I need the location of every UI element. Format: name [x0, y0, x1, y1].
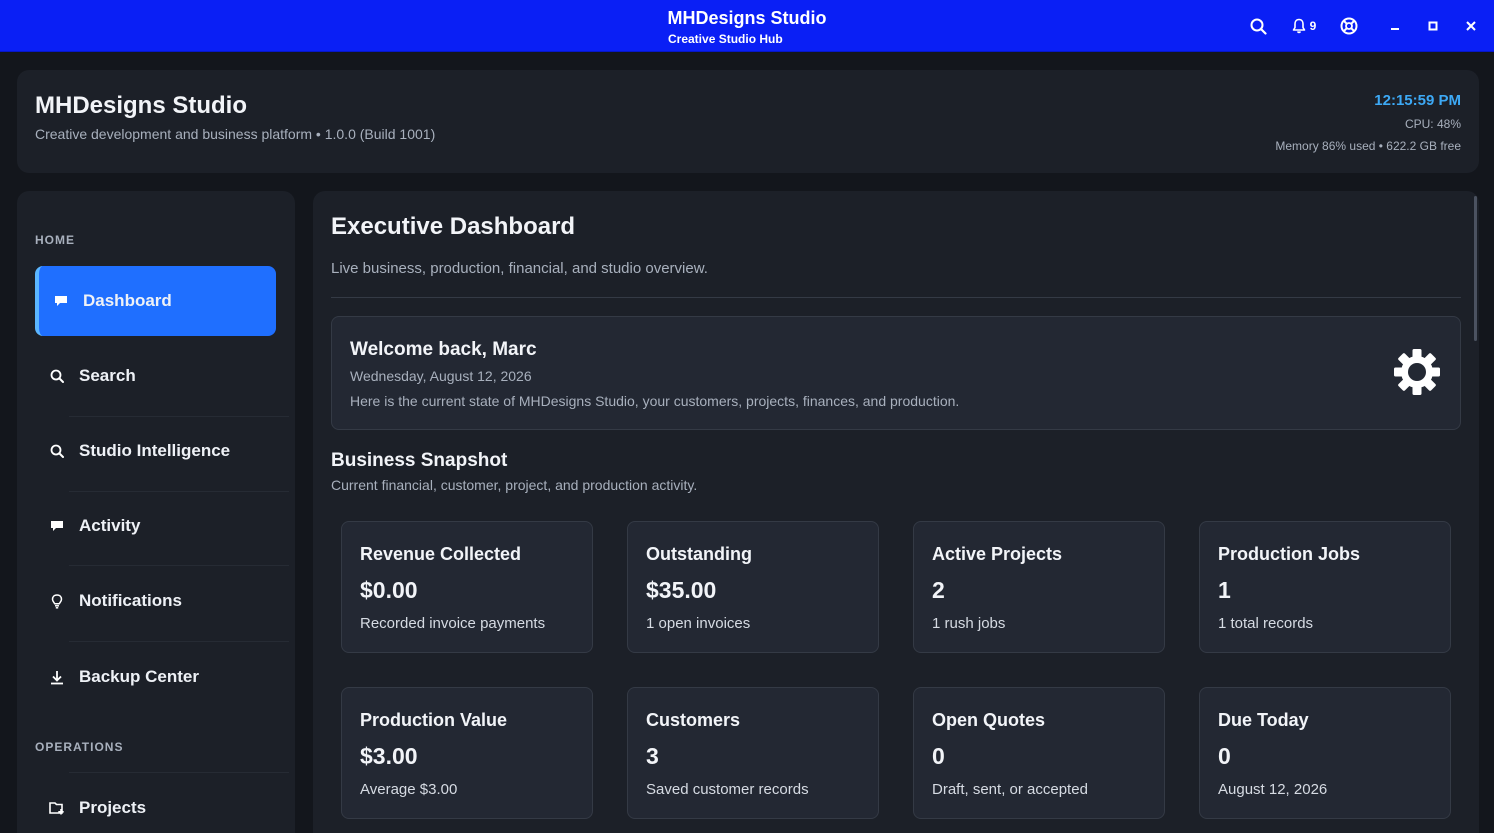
help-icon[interactable] [1339, 16, 1359, 36]
memory-usage: Memory 86% used • 622.2 GB free [1275, 139, 1461, 153]
stat-note: Saved customer records [646, 781, 809, 798]
sidebar-item-label: Notifications [79, 591, 182, 610]
sidebar: HOME Dashboard Search Studio Intelligenc… [17, 191, 295, 833]
window-title: MHDesigns Studio [667, 8, 827, 28]
stat-label: Customers [646, 710, 741, 730]
welcome-card: Welcome back, Marc Wednesday, August 12,… [331, 316, 1461, 430]
page-subtitle: Live business, production, financial, an… [331, 260, 708, 277]
stat-value: $0.00 [360, 577, 418, 603]
gear-icon [1392, 347, 1442, 397]
stat-note: Draft, sent, or accepted [932, 781, 1088, 798]
sidebar-item-projects[interactable]: Projects [35, 773, 276, 833]
sidebar-item-label: Backup Center [79, 667, 199, 686]
stat-note: 1 open invoices [646, 615, 751, 632]
sidebar-item-backup-center[interactable]: Backup Center [35, 642, 276, 712]
bulb-icon [49, 593, 65, 609]
studio-title: MHDesigns Studio [35, 92, 248, 119]
stat-note: August 12, 2026 [1218, 781, 1328, 798]
chat-icon [49, 518, 65, 534]
stat-value: $3.00 [360, 743, 418, 769]
stat-card-revenue-collected[interactable]: Revenue Collected $0.00 Recorded invoice… [341, 521, 593, 653]
sidebar-section-home: HOME [35, 233, 75, 247]
stat-value: 2 [932, 577, 945, 603]
stat-card-open-quotes[interactable]: Open Quotes 0 Draft, sent, or accepted [913, 687, 1165, 819]
stat-label: Outstanding [646, 544, 752, 564]
sidebar-section-operations: OPERATIONS [35, 740, 124, 754]
stat-label: Active Projects [932, 544, 1063, 564]
minimize-icon[interactable] [1386, 16, 1404, 36]
page-title: Executive Dashboard [331, 213, 576, 240]
main-panel: Executive Dashboard Live business, produ… [313, 191, 1479, 833]
sidebar-item-search[interactable]: Search [35, 341, 276, 411]
stat-value: $35.00 [646, 577, 717, 603]
stat-label: Production Jobs [1218, 544, 1361, 564]
main-scrollbar[interactable] [1474, 196, 1477, 341]
sidebar-item-label: Dashboard [83, 291, 172, 310]
search-icon [49, 368, 65, 384]
stat-note: Recorded invoice payments [360, 615, 546, 632]
sidebar-item-label: Activity [79, 516, 141, 535]
sidebar-item-label: Search [79, 366, 136, 385]
stat-note: Average $3.00 [360, 781, 458, 798]
download-icon [49, 669, 65, 685]
welcome-title: Welcome back, Marc [350, 339, 537, 360]
stat-note: 1 rush jobs [932, 615, 1006, 632]
chat-icon [53, 293, 69, 309]
sidebar-item-activity[interactable]: Activity [35, 491, 276, 561]
stat-value: 3 [646, 743, 659, 769]
sidebar-item-studio-intelligence[interactable]: Studio Intelligence [35, 416, 276, 486]
close-icon[interactable] [1462, 16, 1480, 36]
search-icon[interactable] [1248, 16, 1268, 36]
window-subtitle: Creative Studio Hub [668, 32, 783, 46]
stat-note: 1 total records [1218, 615, 1314, 632]
search-icon [49, 443, 65, 459]
studio-subtitle: Creative development and business platfo… [35, 126, 436, 142]
stat-card-outstanding[interactable]: Outstanding $35.00 1 open invoices [627, 521, 879, 653]
stat-card-customers[interactable]: Customers 3 Saved customer records [627, 687, 879, 819]
stat-label: Production Value [360, 710, 508, 730]
divider [331, 297, 1461, 298]
cpu-usage: CPU: 48% [1404, 117, 1461, 131]
notification-count: 9 [1309, 19, 1317, 33]
title-bar: MHDesigns Studio Creative Studio Hub 9 [0, 0, 1494, 52]
welcome-text: Here is the current state of MHDesigns S… [350, 393, 960, 409]
app-header-card: MHDesigns Studio Creative development an… [17, 70, 1479, 173]
sidebar-item-dashboard[interactable]: Dashboard [35, 266, 276, 336]
stat-value: 0 [932, 743, 945, 769]
stat-card-production-value[interactable]: Production Value $3.00 Average $3.00 [341, 687, 593, 819]
bell-icon [1292, 18, 1306, 34]
sidebar-item-notifications[interactable]: Notifications [35, 566, 276, 636]
stat-label: Revenue Collected [360, 544, 522, 564]
stat-card-due-today[interactable]: Due Today 0 August 12, 2026 [1199, 687, 1451, 819]
stat-card-production-jobs[interactable]: Production Jobs 1 1 total records [1199, 521, 1451, 653]
stat-label: Due Today [1218, 710, 1309, 730]
stat-card-active-projects[interactable]: Active Projects 2 1 rush jobs [913, 521, 1165, 653]
clock: 12:15:59 PM [1374, 92, 1461, 109]
maximize-icon[interactable] [1424, 16, 1442, 36]
snapshot-subtitle: Current financial, customer, project, an… [331, 477, 698, 493]
notifications-button[interactable]: 9 [1289, 16, 1319, 36]
stat-label: Open Quotes [932, 710, 1046, 730]
sidebar-item-label: Studio Intelligence [79, 441, 231, 460]
stat-value: 0 [1218, 743, 1231, 769]
snapshot-title: Business Snapshot [331, 450, 508, 471]
folder-add-icon [49, 800, 65, 816]
stat-value: 1 [1218, 577, 1231, 603]
sidebar-item-label: Projects [79, 798, 147, 817]
welcome-date: Wednesday, August 12, 2026 [350, 368, 532, 384]
